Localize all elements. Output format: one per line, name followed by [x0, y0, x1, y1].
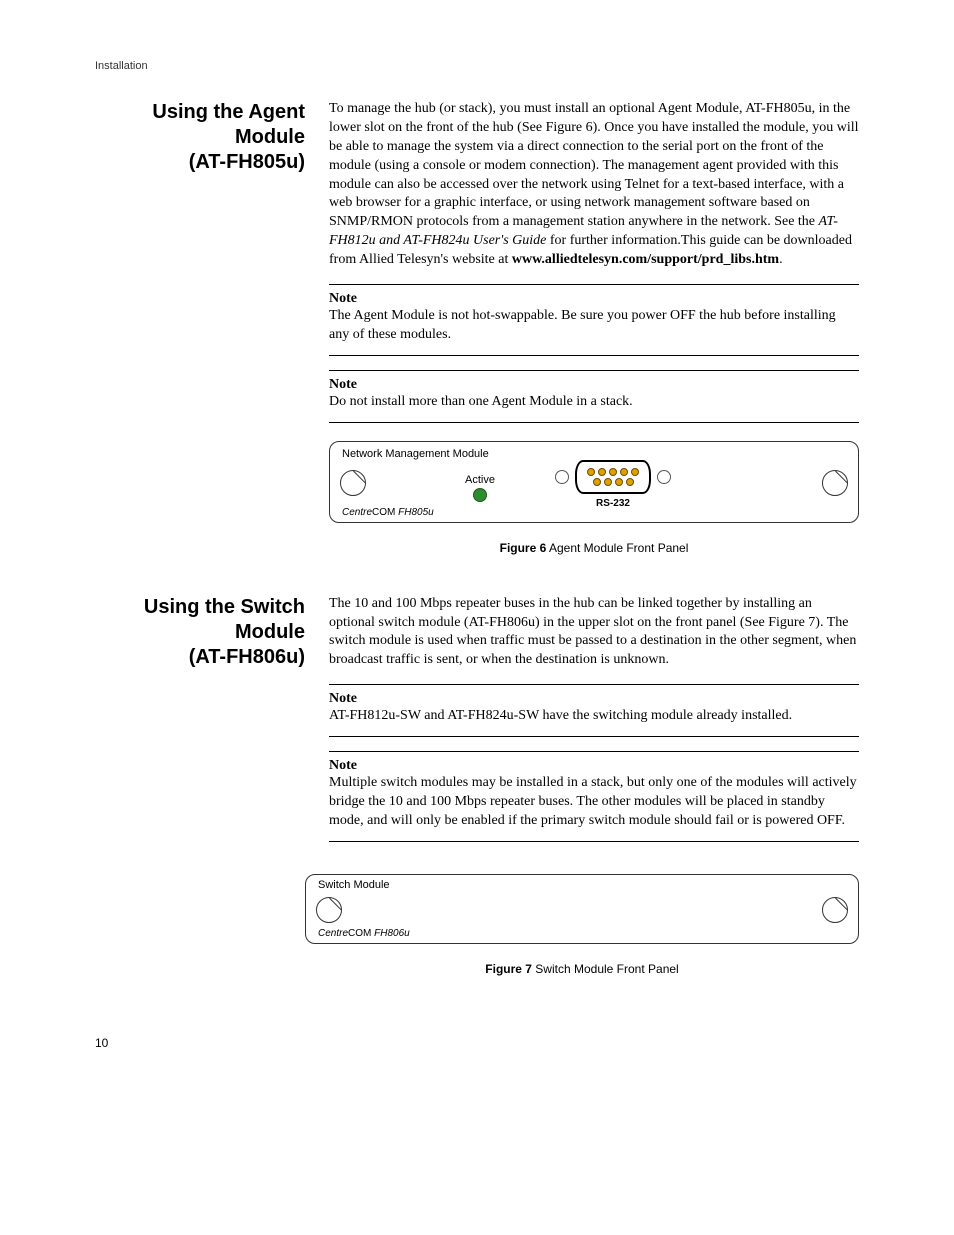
side-heading-switch: Using the Switch Module (AT-FH806u) [95, 595, 305, 856]
page-number: 10 [95, 1036, 859, 1050]
note-block: Note Multiple switch modules may be inst… [329, 751, 859, 842]
note-block: Note Do not install more than one Agent … [329, 370, 859, 423]
note-title: Note [329, 691, 859, 707]
paragraph: The 10 and 100 Mbps repeater buses in th… [329, 595, 859, 671]
section-agent-module: Using the Agent Module (AT-FH805u) To ma… [95, 100, 859, 585]
brand-label: CentreCOM FH805u [342, 507, 434, 518]
screw-icon [316, 897, 342, 923]
brand-mid: COM [372, 507, 398, 518]
brand-model: FH806u [374, 928, 410, 939]
note-title: Note [329, 377, 859, 393]
figure-text: Agent Module Front Panel [546, 541, 688, 555]
text: To manage the hub (or stack), you must i… [329, 101, 859, 229]
figure7-caption: Figure 7 Switch Module Front Panel [305, 962, 859, 976]
panel-title-label: Network Management Module [342, 448, 489, 460]
brand-prefix: Centre [318, 928, 348, 939]
figure-text: Switch Module Front Panel [532, 962, 679, 976]
screw-icon [822, 897, 848, 923]
heading-line: (AT-FH805u) [189, 151, 305, 173]
figure7-wrap: Switch Module CentreCOM FH806u Figure 7 … [305, 874, 859, 976]
figure6-panel: Network Management Module Active [329, 441, 859, 523]
note-text: Multiple switch modules may be installed… [329, 774, 859, 831]
note-title: Note [329, 758, 859, 774]
figure6-caption: Figure 6 Agent Module Front Panel [329, 541, 859, 555]
text-bold: www.alliedtelesyn.com/support/prd_libs.h… [512, 252, 779, 267]
heading-line: Module [235, 621, 305, 643]
page: Installation Using the Agent Module (AT-… [0, 0, 954, 1110]
text: . [779, 252, 783, 267]
brand-prefix: Centre [342, 507, 372, 518]
screw-hole-icon [657, 470, 671, 484]
body-col: To manage the hub (or stack), you must i… [329, 100, 859, 585]
rs232-label: RS-232 [555, 498, 671, 509]
brand-model: FH805u [398, 507, 434, 518]
figure7-panel: Switch Module CentreCOM FH806u [305, 874, 859, 944]
section-switch-module: Using the Switch Module (AT-FH806u) The … [95, 595, 859, 856]
heading-line: Using the Agent [152, 101, 305, 123]
panel-title-label: Switch Module [318, 879, 390, 891]
note-text: Do not install more than one Agent Modul… [329, 393, 859, 412]
brand-mid: COM [348, 928, 374, 939]
body-col: The 10 and 100 Mbps repeater buses in th… [329, 595, 859, 856]
brand-label: CentreCOM FH806u [318, 928, 410, 939]
paragraph: To manage the hub (or stack), you must i… [329, 100, 859, 270]
screw-icon [340, 470, 366, 496]
screw-hole-icon [555, 470, 569, 484]
figure-label: Figure 6 [500, 541, 547, 555]
db9-connector-icon [575, 460, 651, 494]
connector-wrap [555, 460, 671, 494]
note-text: AT-FH812u-SW and AT-FH824u-SW have the s… [329, 707, 859, 726]
heading-line: (AT-FH806u) [189, 646, 305, 668]
note-block: Note AT-FH812u-SW and AT-FH824u-SW have … [329, 684, 859, 737]
note-block: Note The Agent Module is not hot-swappab… [329, 284, 859, 356]
active-led-group: Active [465, 474, 495, 502]
figure-label: Figure 7 [485, 962, 532, 976]
led-icon [473, 488, 487, 502]
side-heading-agent: Using the Agent Module (AT-FH805u) [95, 100, 305, 585]
active-label: Active [465, 474, 495, 486]
note-title: Note [329, 291, 859, 307]
note-text: The Agent Module is not hot-swappable. B… [329, 307, 859, 345]
rs232-group: RS-232 [555, 460, 671, 509]
screw-icon [822, 470, 848, 496]
heading-line: Module [235, 126, 305, 148]
heading-line: Using the Switch [144, 596, 305, 618]
running-head: Installation [95, 60, 859, 72]
